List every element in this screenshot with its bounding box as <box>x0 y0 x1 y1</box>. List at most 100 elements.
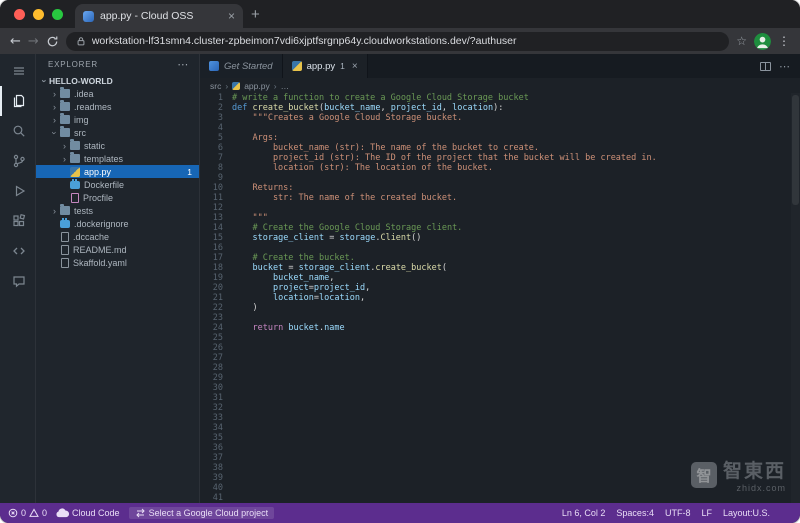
bookmark-star-icon[interactable]: ☆ <box>736 34 747 48</box>
extensions-button[interactable] <box>0 206 35 236</box>
split-editor-icon[interactable] <box>760 62 771 71</box>
eol-type[interactable]: LF <box>701 508 712 518</box>
cloud-code-button[interactable] <box>0 236 35 266</box>
editor-tab-actions: ⋯ <box>750 54 800 78</box>
menu-button[interactable] <box>0 56 35 86</box>
code-line: """ <box>232 213 791 223</box>
sidebar-header: EXPLORER ⋯ <box>36 54 199 74</box>
tab-get-started[interactable]: Get Started <box>200 54 283 78</box>
proc-icon <box>71 193 79 203</box>
tree-item-static[interactable]: › static <box>36 139 199 152</box>
select-project-button[interactable]: Select a Google Cloud project <box>129 507 275 519</box>
code-lines[interactable]: # write a function to create a Google Cl… <box>232 93 791 503</box>
watermark: 智 智東西 zhidx.com <box>691 462 786 493</box>
line-number: 7 <box>200 153 223 163</box>
line-number: 16 <box>200 243 223 253</box>
lock-icon <box>76 36 86 47</box>
code-line: location (str): The location of the buck… <box>232 163 791 173</box>
tree-item--dockerignore[interactable]: .dockerignore <box>36 217 199 230</box>
explorer-sidebar: EXPLORER ⋯ ›HELLO-WORLD › .idea›.readmes›i… <box>36 54 200 503</box>
code-line <box>232 173 791 183</box>
breadcrumb-symbol[interactable]: … <box>281 81 290 91</box>
file-icon <box>61 258 69 268</box>
code-line <box>232 313 791 323</box>
play-icon <box>11 183 27 199</box>
breadcrumb-file[interactable]: app.py <box>244 81 270 91</box>
warning-icon <box>29 508 39 518</box>
close-icon[interactable]: × <box>352 61 358 72</box>
encoding[interactable]: UTF-8 <box>665 508 691 518</box>
code-editor[interactable]: 1234567891011121314151617181920212223242… <box>200 93 800 503</box>
tree-item-tests[interactable]: ›tests <box>36 204 199 217</box>
browser-toolbar: ← → workstation-lf31smn4.cluster-zpbeimo… <box>0 28 800 54</box>
chat-button[interactable] <box>0 266 35 296</box>
extensions-icon <box>11 213 27 229</box>
tree-item-procfile[interactable]: Procfile <box>36 191 199 204</box>
profile-avatar[interactable] <box>754 33 771 50</box>
tree-item-skaffold-yaml[interactable]: Skaffold.yaml <box>36 256 199 269</box>
address-bar[interactable]: workstation-lf31smn4.cluster-zpbeimon7vd… <box>66 32 729 51</box>
explorer-button[interactable] <box>0 86 35 116</box>
search-button[interactable] <box>0 116 35 146</box>
tree-item-src[interactable]: ›src <box>36 126 199 139</box>
chevron-icon: › <box>50 89 59 99</box>
tree-item-readme-md[interactable]: README.md <box>36 243 199 256</box>
keyboard-layout[interactable]: Layout:U.S. <box>723 508 770 518</box>
file-icon <box>61 245 69 255</box>
window-controls <box>0 9 75 28</box>
sidebar-more-icon[interactable]: ⋯ <box>177 58 189 71</box>
chevron-icon: › <box>274 81 277 91</box>
line-number: 40 <box>200 483 223 493</box>
notifications-bell-icon[interactable] <box>781 508 792 519</box>
run-debug-button[interactable] <box>0 176 35 206</box>
forward-icon[interactable]: → <box>28 35 39 48</box>
minimize-window-button[interactable] <box>33 9 44 20</box>
source-control-button[interactable] <box>0 146 35 176</box>
line-number: 13 <box>200 213 223 223</box>
tree-item--idea[interactable]: › .idea <box>36 87 199 100</box>
problems-indicator[interactable]: 0 0 <box>8 508 47 518</box>
folder-icon <box>60 89 70 98</box>
browser-tab[interactable]: app.py - Cloud OSS × <box>75 4 243 28</box>
tree-item-label: src <box>74 128 86 138</box>
python-icon <box>232 82 240 90</box>
tree-item-img[interactable]: ›img <box>36 113 199 126</box>
tree-item-templates[interactable]: ›templates <box>36 152 199 165</box>
cloud-code-label: Cloud Code <box>72 508 120 518</box>
new-tab-button[interactable]: + <box>251 7 260 22</box>
close-window-button[interactable] <box>14 9 25 20</box>
cloud-code-status[interactable]: Cloud Code <box>56 508 120 518</box>
folder-icon <box>60 115 70 124</box>
cursor-position[interactable]: Ln 6, Col 2 <box>562 508 606 518</box>
editor-scrollbar[interactable] <box>791 93 800 503</box>
line-number: 41 <box>200 493 223 503</box>
browser-menu-icon[interactable]: ⋮ <box>778 34 790 48</box>
line-number: 31 <box>200 393 223 403</box>
indentation[interactable]: Spaces:4 <box>616 508 654 518</box>
scrollbar-thumb[interactable] <box>792 95 799 205</box>
zoom-window-button[interactable] <box>52 9 63 20</box>
tree-item-app-py[interactable]: app.py1 <box>36 165 199 178</box>
swap-icon <box>135 508 146 518</box>
close-tab-icon[interactable]: × <box>228 10 235 22</box>
reload-icon[interactable] <box>46 35 59 48</box>
line-number: 2 <box>200 103 223 113</box>
tree-item-label: .idea <box>74 89 94 99</box>
tab-app-py[interactable]: app.py 1 × <box>283 54 368 78</box>
chevron-icon: › <box>60 141 69 151</box>
tree-item--dccache[interactable]: .dccache <box>36 230 199 243</box>
tree-item--readmes[interactable]: ›.readmes <box>36 100 199 113</box>
back-icon[interactable]: ← <box>10 35 21 48</box>
sidebar-title: EXPLORER <box>48 60 98 69</box>
tree-item-dockerfile[interactable]: Dockerfile <box>36 178 199 191</box>
line-number: 35 <box>200 433 223 443</box>
breadcrumb: src › app.py › … <box>200 78 800 93</box>
code-line: return bucket.name <box>232 323 791 333</box>
editor-more-icon[interactable]: ⋯ <box>779 60 790 73</box>
tree-item-label: tests <box>74 206 93 216</box>
line-number: 14 <box>200 223 223 233</box>
line-numbers[interactable]: 1234567891011121314151617181920212223242… <box>200 93 232 503</box>
tree-item-label: static <box>84 141 105 151</box>
breadcrumb-folder[interactable]: src <box>210 81 221 91</box>
tree-item-hello-world[interactable]: ›HELLO-WORLD <box>36 74 199 87</box>
